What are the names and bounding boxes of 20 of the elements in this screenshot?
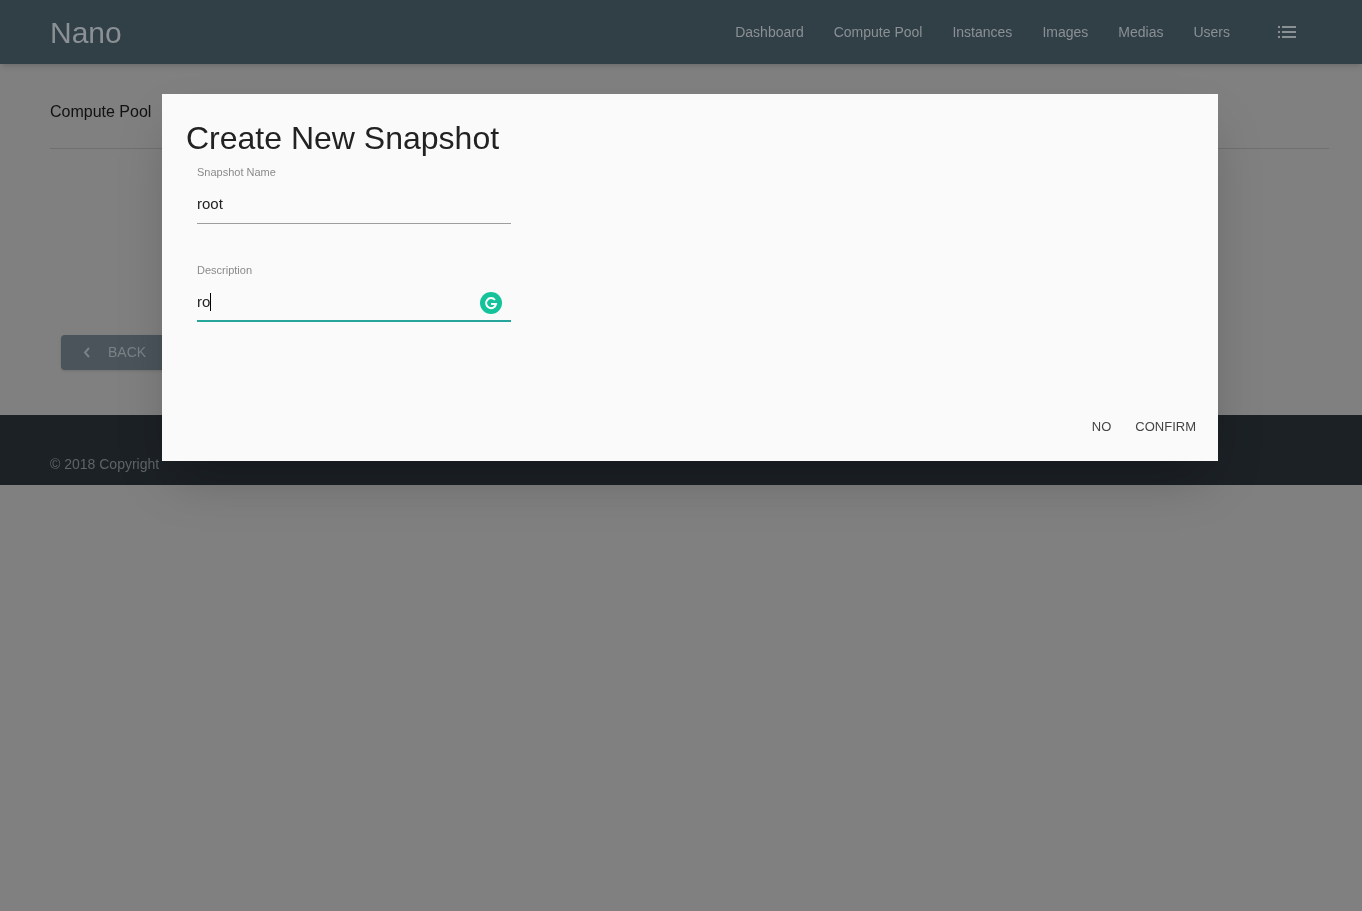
breadcrumb: Compute Pool <box>50 102 153 122</box>
nav-link[interactable]: Users <box>1193 21 1230 43</box>
text-field[interactable]: ro <box>197 284 511 322</box>
copyright-text: © 2018 Copyright <box>50 456 160 472</box>
chevron-left-icon <box>83 347 90 358</box>
brand-logo[interactable]: Nano <box>50 9 122 55</box>
nav-link[interactable]: Compute Pool <box>833 21 923 43</box>
field-label: Snapshot Name <box>197 165 277 180</box>
grammar-assistant-icon[interactable] <box>480 292 502 314</box>
dialog-button[interactable]: NO <box>1081 409 1122 445</box>
menu-icon[interactable] <box>1278 26 1296 38</box>
nav-link[interactable]: Images <box>1042 21 1089 43</box>
dialog-button[interactable]: CONFIRM <box>1125 409 1206 445</box>
field-label: Description <box>197 263 254 278</box>
text-field[interactable]: root <box>197 186 511 224</box>
nav-link[interactable]: Instances <box>952 21 1013 43</box>
dialog-title: Create New Snapshot <box>186 119 501 158</box>
text-cursor <box>210 293 212 311</box>
nav-link[interactable]: Dashboard <box>735 21 804 43</box>
nav-link[interactable]: Medias <box>1118 21 1164 43</box>
